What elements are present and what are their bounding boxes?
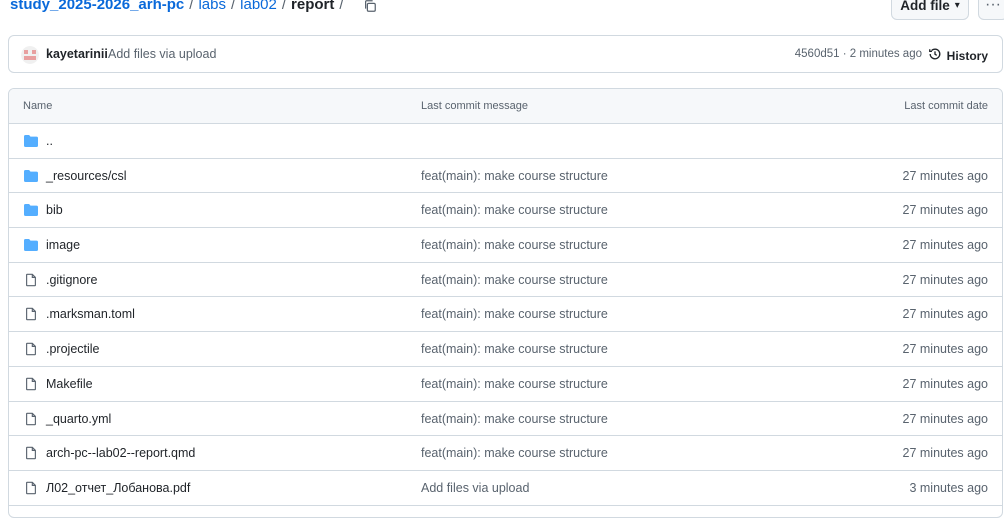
commit-message-link[interactable]: feat(main): make course structure — [421, 446, 608, 460]
folder-icon — [23, 238, 39, 252]
file-name-link[interactable]: _quarto.yml — [46, 412, 111, 426]
add-file-label: Add file — [900, 0, 950, 13]
commit-message-link[interactable]: feat(main): make course structure — [421, 273, 608, 287]
folder-icon — [23, 169, 39, 183]
avatar[interactable] — [21, 46, 39, 64]
table-row[interactable]: .projectile feat(main): make course struc… — [9, 332, 1002, 367]
commit-date: 27 minutes ago — [902, 203, 988, 218]
breadcrumb-repo-link[interactable]: study_2025-2026_arh-pc — [10, 0, 184, 13]
breadcrumb-current: report — [291, 0, 335, 13]
file-icon — [23, 342, 39, 356]
commit-date: 27 minutes ago — [902, 307, 988, 322]
file-name-link[interactable]: Makefile — [46, 377, 93, 391]
column-header-date: Last commit date — [904, 100, 988, 112]
parent-directory-link[interactable]: .. — [46, 134, 53, 148]
commit-message-link[interactable]: feat(main): make course structure — [421, 169, 608, 183]
commit-message-link[interactable]: feat(main): make course structure — [421, 307, 608, 321]
commit-message-link[interactable]: feat(main): make course structure — [421, 412, 608, 426]
breadcrumb-labs-link[interactable]: labs — [198, 0, 226, 13]
commit-date: 27 minutes ago — [902, 238, 988, 253]
table-row[interactable]: arch-pc--lab02--report.qmd feat(main): ma… — [9, 436, 1002, 471]
folder-icon — [23, 134, 39, 148]
file-name-link[interactable]: Л02_отчет_Лобанова.pdf — [46, 481, 190, 495]
commit-author-link[interactable]: kayetarinii — [46, 47, 108, 61]
file-name-link[interactable]: .marksman.toml — [46, 307, 135, 321]
table-row[interactable]: .gitignore feat(main): make course struct… — [9, 263, 1002, 298]
file-icon — [23, 412, 39, 426]
table-row[interactable]: _resources/csl feat(main): make course st… — [9, 159, 1002, 194]
file-table: Name Last commit message Last commit dat… — [8, 88, 1003, 518]
file-rows: _resources/csl feat(main): make course st… — [9, 159, 1002, 506]
chevron-down-icon: ▾ — [954, 0, 960, 11]
file-icon — [23, 307, 39, 321]
breadcrumb-separator: / — [189, 0, 194, 13]
commit-date: 27 minutes ago — [902, 272, 988, 287]
file-name-link[interactable]: arch-pc--lab02--report.qmd — [46, 446, 195, 460]
file-icon — [23, 446, 39, 460]
breadcrumb: study_2025-2026_arh-pc / labs / lab02 / … — [10, 0, 377, 13]
folder-name-link[interactable]: bib — [46, 203, 63, 217]
history-button[interactable]: History — [928, 47, 988, 64]
add-file-button[interactable]: Add file ▾ — [891, 0, 969, 20]
commit-message-link[interactable]: feat(main): make course structure — [421, 377, 608, 391]
commit-date: 27 minutes ago — [902, 168, 988, 183]
commit-message-link[interactable]: Add files via upload — [108, 47, 216, 61]
commit-date: 27 minutes ago — [902, 376, 988, 391]
breadcrumb-separator: / — [230, 0, 236, 13]
parent-directory-row[interactable]: .. — [9, 124, 1002, 159]
column-header-message: Last commit message — [421, 100, 528, 112]
commit-message-link[interactable]: feat(main): make course structure — [421, 342, 608, 356]
file-name-link[interactable]: .gitignore — [46, 273, 97, 287]
table-row[interactable]: image feat(main): make course structure 27… — [9, 228, 1002, 263]
commit-meta[interactable]: 4560d51 · 2 minutes ago — [795, 48, 922, 60]
table-row[interactable]: bib feat(main): make course structure 27 m… — [9, 193, 1002, 229]
breadcrumb-lab02-link[interactable]: lab02 — [240, 0, 277, 13]
folder-icon — [23, 203, 39, 217]
table-row[interactable]: .marksman.toml feat(main): make course st… — [9, 297, 1002, 333]
table-row[interactable]: _quarto.yml feat(main): make course struc… — [9, 402, 1002, 437]
commit-date: 27 minutes ago — [902, 411, 988, 426]
commit-date: 27 minutes ago — [902, 446, 988, 461]
breadcrumb-separator: / — [339, 0, 344, 13]
history-icon — [928, 47, 942, 64]
commit-date: 27 minutes ago — [902, 342, 988, 357]
header-bar: study_2025-2026_arh-pc / labs / lab02 / … — [0, 0, 1004, 20]
commit-message-link[interactable]: Add files via upload — [421, 481, 529, 495]
commit-message-link[interactable]: feat(main): make course structure — [421, 238, 608, 252]
latest-commit-bar: kayetarinii Add files via upload 4560d51… — [8, 35, 1003, 73]
file-icon — [23, 273, 39, 287]
file-icon — [23, 481, 39, 495]
breadcrumb-separator: / — [281, 0, 287, 13]
file-name-link[interactable]: .projectile — [46, 342, 100, 356]
folder-name-link[interactable]: _resources/csl — [46, 169, 127, 183]
commit-date: 3 minutes ago — [909, 480, 988, 495]
kebab-horizontal-icon: ··· — [985, 0, 1001, 13]
folder-name-link[interactable]: image — [46, 238, 80, 252]
more-options-button[interactable]: ··· — [978, 0, 1004, 20]
table-row[interactable]: Makefile feat(main): make course structur… — [9, 367, 1002, 402]
copy-path-icon[interactable] — [363, 0, 377, 13]
column-header-name: Name — [23, 100, 53, 112]
history-label: History — [946, 48, 988, 63]
file-icon — [23, 377, 39, 391]
commit-message-link[interactable]: feat(main): make course structure — [421, 203, 608, 217]
table-header: Name Last commit message Last commit dat… — [9, 89, 1002, 124]
table-row[interactable]: Л02_отчет_Лобанова.pdf Add files via uplo… — [9, 471, 1002, 506]
